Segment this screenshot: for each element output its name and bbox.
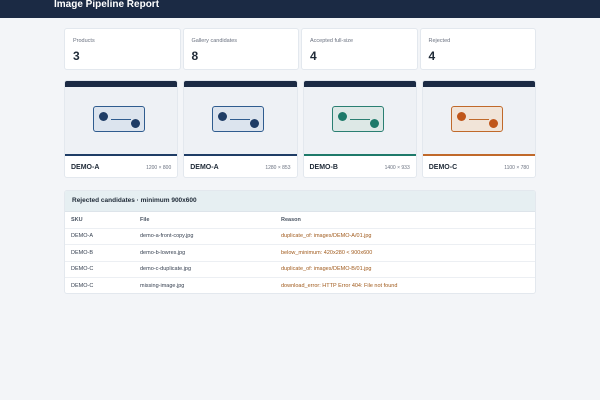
stat-accepted-full-size: Accepted full-size 4: [301, 28, 418, 70]
dot-icon: [456, 112, 466, 121]
card-sku: DEMO-A: [71, 164, 100, 171]
dot-icon: [488, 119, 498, 128]
column-header-file: File: [134, 212, 275, 229]
cell-sku: DEMO-B: [65, 244, 134, 262]
thumbnail-header-bar: [184, 81, 297, 87]
column-header-reason: Reason: [275, 212, 535, 229]
image-thumbnail[interactable]: [303, 81, 416, 156]
cell-file: missing-image.jpg: [140, 283, 185, 289]
rejected-table: SKU File Reason DEMO-A demo-a-front-copy…: [65, 212, 535, 294]
card-sku: DEMO-A: [190, 164, 219, 171]
product-image-diagram: [93, 106, 145, 132]
card-dimensions: 1280 × 853: [265, 165, 291, 171]
cell-reason: below_minimum: 420x280 < 900x600: [275, 244, 535, 262]
stat-label: Gallery candidates: [191, 38, 238, 44]
cell-sku: DEMO-C: [65, 261, 134, 278]
dot-icon: [369, 119, 379, 128]
stat-label: Accepted full-size: [310, 38, 354, 44]
product-image-diagram: [331, 106, 384, 132]
thumbnail-header-bar: [65, 81, 178, 87]
product-image-diagram: [450, 106, 503, 132]
stats-row: Products 3 Gallery candidates 8 Accepted…: [64, 28, 536, 70]
cell-file: demo-c-duplicate.jpg: [134, 261, 275, 278]
table-row: DEMO-C demo-c-duplicate.jpg duplicate_of…: [65, 261, 535, 278]
connector-line: [230, 119, 251, 121]
dot-icon: [99, 112, 108, 121]
connector-line: [349, 119, 370, 121]
page-title: Image Pipeline Report: [54, 0, 160, 10]
cell-reason: duplicate_of: images/DEMO-A/01.jpg: [275, 228, 535, 245]
card-sku: DEMO-C: [428, 164, 458, 171]
card-dimensions: 1400 × 933: [384, 165, 410, 171]
stat-rejected: Rejected 4: [419, 28, 536, 70]
stat-value: 4: [428, 49, 436, 63]
image-thumbnail[interactable]: [422, 81, 535, 156]
gallery-card[interactable]: DEMO-C 1100 × 780: [421, 80, 536, 178]
gallery-card[interactable]: DEMO-B 1400 × 933: [302, 80, 417, 178]
dot-icon: [131, 119, 140, 128]
gallery-card[interactable]: DEMO-A 1200 × 800: [64, 80, 179, 178]
image-thumbnail[interactable]: [184, 81, 297, 156]
stat-gallery-candidates: Gallery candidates 8: [182, 28, 299, 70]
image-thumbnail[interactable]: [65, 81, 178, 156]
table-row: DEMO-B demo-b-lowres.jpg below_minimum: …: [65, 244, 535, 262]
column-header-sku: SKU: [65, 212, 134, 229]
panel-title: Rejected candidates · minimum 900x600: [72, 197, 197, 204]
stat-value: 4: [310, 49, 317, 63]
stat-value: 8: [191, 49, 199, 63]
cell-file: demo-b-lowres.jpg: [134, 244, 275, 262]
gallery-grid: DEMO-A 1200 × 800 DEMO-A 1280 × 853 DEMO…: [64, 80, 536, 178]
rejected-candidates-panel: Rejected candidates · minimum 900x600 SK…: [64, 190, 536, 294]
product-image-diagram: [212, 106, 265, 132]
card-dimensions: 1200 × 800: [146, 165, 172, 171]
stat-label: Rejected: [428, 38, 451, 44]
panel-header: Rejected candidates · minimum 900x600: [65, 191, 535, 212]
card-accent-bar: [422, 154, 535, 156]
thumbnail-header-bar: [303, 81, 416, 87]
card-accent-bar: [184, 154, 297, 156]
stat-value: 3: [73, 49, 80, 63]
top-bar: Image Pipeline Report: [0, 0, 600, 18]
table-row: DEMO-C missing-image.jpg download_error:…: [65, 278, 535, 294]
connector-line: [111, 119, 131, 121]
dot-icon: [337, 112, 347, 121]
card-dimensions: 1100 × 780: [504, 165, 529, 171]
card-accent-bar: [65, 154, 178, 156]
stat-label: Products: [73, 38, 95, 44]
dot-icon: [250, 119, 260, 128]
thumbnail-header-bar: [422, 81, 535, 87]
dot-icon: [218, 112, 228, 121]
card-sku: DEMO-B: [309, 164, 338, 171]
table-row: DEMO-A demo-a-front-copy.jpg duplicate_o…: [65, 228, 535, 245]
connector-line: [468, 119, 489, 121]
stat-products: Products 3: [64, 28, 181, 70]
gallery-card[interactable]: DEMO-A 1280 × 853: [183, 80, 298, 178]
table-header-row: SKU File Reason: [65, 212, 535, 229]
cell-sku: DEMO-A: [65, 228, 134, 245]
cell-reason: download_error: HTTP Error 404: File not…: [281, 283, 398, 289]
card-accent-bar: [303, 154, 416, 156]
cell-sku: DEMO-C: [71, 283, 94, 289]
cell-file: demo-a-front-copy.jpg: [134, 228, 275, 245]
cell-reason: duplicate_of: images/DEMO-B/01.jpg: [275, 261, 535, 278]
